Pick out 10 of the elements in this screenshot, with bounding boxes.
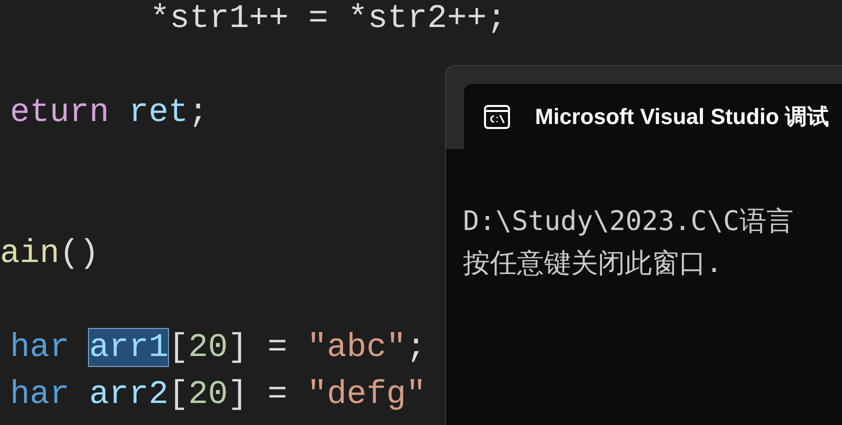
code-line: har arr2[20] = "defg" <box>10 376 426 413</box>
code-line: ain() <box>0 235 100 272</box>
console-line: D:\Study\2023.C\C语言 <box>463 205 794 239</box>
window-tab[interactable]: Microsoft Visual Studio 调试 <box>464 84 842 149</box>
console-line: 按任意键关闭此窗口. <box>463 247 724 281</box>
window-title: Microsoft Visual Studio 调试 <box>535 103 830 131</box>
code-line: eturn ret; <box>10 94 208 131</box>
terminal-icon <box>483 102 511 130</box>
code-line: har arr1[20] = "abc"; <box>10 329 426 366</box>
code-line: *str1++ = *str2++; <box>150 0 506 37</box>
